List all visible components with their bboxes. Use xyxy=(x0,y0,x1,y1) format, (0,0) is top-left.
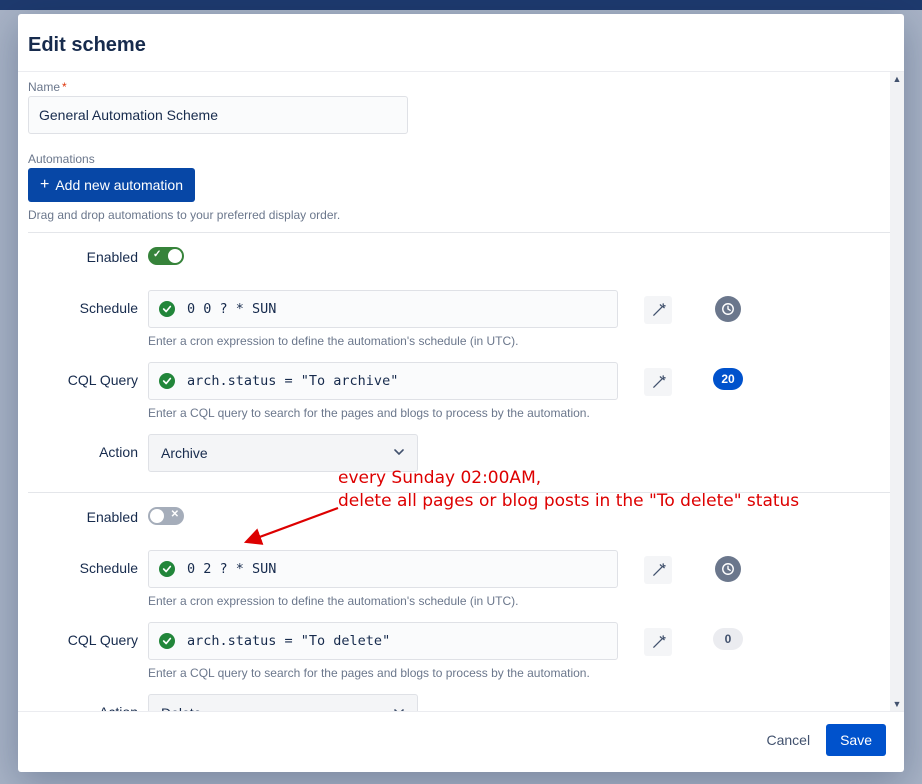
schedule-input[interactable] xyxy=(185,560,617,578)
action-select[interactable]: Archive xyxy=(148,434,418,472)
action-label: Action xyxy=(28,434,138,460)
action-value: Delete xyxy=(161,705,201,712)
modal-title: Edit scheme xyxy=(28,34,880,57)
automations-label: Automations xyxy=(28,152,894,166)
schedule-hint: Enter a cron expression to define the au… xyxy=(148,334,618,348)
schedule-hint: Enter a cron expression to define the au… xyxy=(148,594,618,608)
add-automation-button[interactable]: + Add new automation xyxy=(28,168,195,202)
cql-input[interactable] xyxy=(185,372,617,390)
wand-button[interactable] xyxy=(644,368,672,396)
clock-icon xyxy=(715,556,741,582)
result-count-badge: 20 xyxy=(713,368,743,390)
scroll-down-icon[interactable]: ▼ xyxy=(890,697,904,711)
schedule-label: Schedule xyxy=(28,550,138,576)
schedule-label: Schedule xyxy=(28,290,138,316)
modal-header: Edit scheme xyxy=(18,14,904,71)
schedule-input[interactable] xyxy=(185,300,617,318)
scheme-name-input[interactable] xyxy=(28,96,408,134)
drag-hint: Drag and drop automations to your prefer… xyxy=(28,208,894,222)
clock-icon xyxy=(715,296,741,322)
required-star: * xyxy=(62,80,67,94)
schedule-input-wrapper xyxy=(148,550,618,588)
result-count-badge: 0 xyxy=(713,628,743,650)
action-label: Action xyxy=(28,694,138,712)
chevron-down-icon xyxy=(393,445,405,461)
name-label: Name* xyxy=(28,80,894,94)
modal-body[interactable]: Name* Automations + Add new automation D… xyxy=(18,71,904,712)
valid-icon xyxy=(159,373,175,389)
edit-scheme-modal: Edit scheme Name* Automations + Add new … xyxy=(18,14,904,772)
add-automation-label: Add new automation xyxy=(55,177,183,193)
cql-input-wrapper xyxy=(148,362,618,400)
modal-footer: Cancel Save xyxy=(18,712,904,772)
enabled-toggle[interactable]: ✕ xyxy=(148,507,184,525)
action-value: Archive xyxy=(161,445,208,461)
enabled-toggle[interactable]: ✓ xyxy=(148,247,184,265)
enabled-label: Enabled xyxy=(28,505,138,525)
wand-button[interactable] xyxy=(644,556,672,584)
cql-input-wrapper xyxy=(148,622,618,660)
cql-hint: Enter a CQL query to search for the page… xyxy=(148,666,618,680)
plus-icon: + xyxy=(40,177,49,193)
cancel-button[interactable]: Cancel xyxy=(756,724,820,756)
cql-label: CQL Query xyxy=(28,622,138,648)
scrollbar[interactable]: ▲ ▼ xyxy=(890,72,904,711)
cql-label: CQL Query xyxy=(28,362,138,388)
cql-input[interactable] xyxy=(185,632,617,650)
schedule-input-wrapper xyxy=(148,290,618,328)
valid-icon xyxy=(159,561,175,577)
valid-icon xyxy=(159,633,175,649)
wand-button[interactable] xyxy=(644,296,672,324)
valid-icon xyxy=(159,301,175,317)
action-select[interactable]: Delete xyxy=(148,694,418,712)
cql-hint: Enter a CQL query to search for the page… xyxy=(148,406,618,420)
enabled-label: Enabled xyxy=(28,245,138,265)
save-button[interactable]: Save xyxy=(826,724,886,756)
chevron-down-icon xyxy=(393,705,405,712)
wand-button[interactable] xyxy=(644,628,672,656)
scroll-up-icon[interactable]: ▲ xyxy=(890,72,904,86)
